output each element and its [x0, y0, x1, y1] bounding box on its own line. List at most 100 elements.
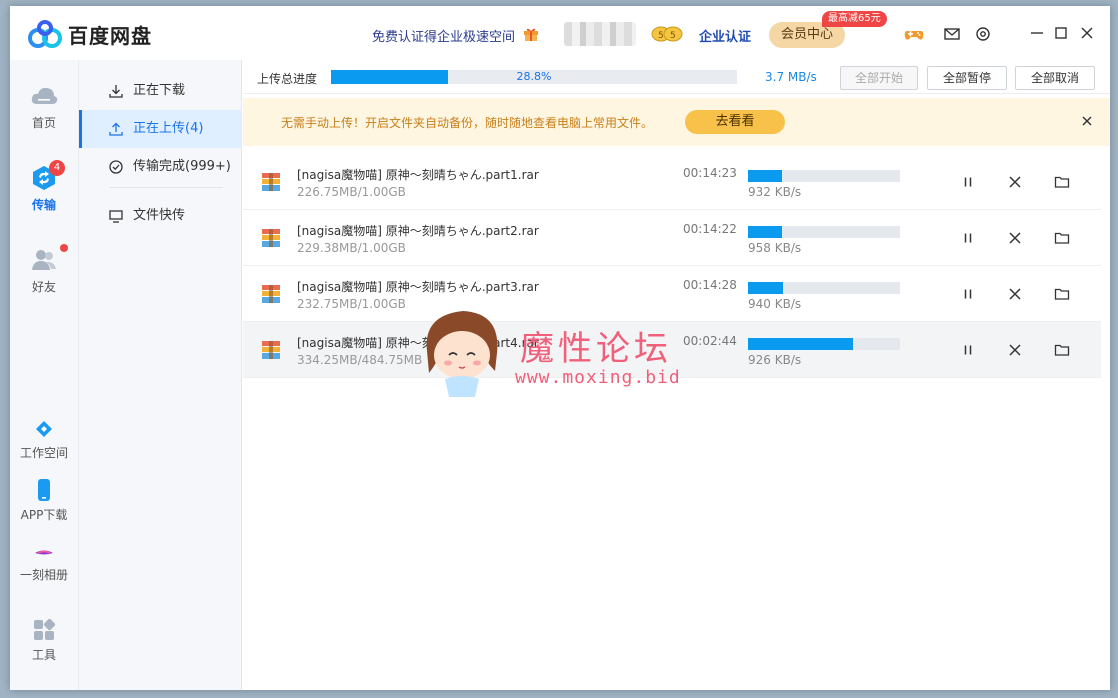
- rar-archive-icon: [262, 229, 280, 247]
- upload-speed: 958 KB/s: [748, 241, 802, 255]
- download-icon: [109, 85, 123, 98]
- file-progress-bar: [748, 226, 900, 238]
- subnav-uploading-label: 正在上传(4): [133, 121, 204, 136]
- open-folder-icon[interactable]: [1054, 286, 1070, 302]
- file-size-progress: 232.75MB/1.00GB: [297, 297, 406, 311]
- check-circle-icon: [109, 160, 123, 174]
- cancel-icon[interactable]: [1007, 230, 1023, 246]
- settings-gear-icon[interactable]: [973, 24, 993, 44]
- total-progress-bar: 28.8%: [331, 70, 737, 84]
- backup-tip-banner: 无需手动上传！开启文件夹自动备份，随时随地查看电脑上常用文件。 去看看: [243, 98, 1110, 146]
- enterprise-cert-link[interactable]: 企业认证: [699, 26, 751, 45]
- upload-row[interactable]: [nagisa魔物喵] 原神～刻晴ちゃん.part1.rar 226.75MB/…: [243, 154, 1101, 210]
- nav-friends[interactable]: 好友: [10, 246, 78, 295]
- pause-icon[interactable]: [960, 286, 976, 302]
- open-folder-icon[interactable]: [1054, 174, 1070, 190]
- subnav-quick-transfer[interactable]: 文件快传: [79, 197, 242, 235]
- time-remaining: 00:14:23: [683, 166, 737, 180]
- file-name: [nagisa魔物喵] 原神～刻晴ちゃん.part3.rar: [297, 280, 539, 294]
- pause-icon[interactable]: [960, 174, 976, 190]
- start-all-button[interactable]: 全部开始: [840, 66, 918, 90]
- vip-discount-badge: 最高减65元: [822, 11, 887, 27]
- gift-icon[interactable]: [523, 26, 539, 42]
- pause-icon[interactable]: [960, 230, 976, 246]
- file-size-progress: 226.75MB/1.00GB: [297, 185, 406, 199]
- file-progress-fill: [748, 226, 783, 238]
- nav-app-download[interactable]: APP下载: [10, 478, 78, 523]
- open-folder-icon[interactable]: [1054, 342, 1070, 358]
- file-size-progress: 334.25MB/484.75MB: [297, 353, 423, 367]
- upload-speed: 940 KB/s: [748, 297, 802, 311]
- watermark: 魔性论坛 www.moxing.bid: [415, 301, 705, 401]
- nav-album-label: 一刻相册: [19, 568, 68, 582]
- total-progress-label: 上传总进度: [257, 72, 318, 86]
- phone-icon: [38, 479, 50, 501]
- game-icon[interactable]: [904, 24, 924, 44]
- file-name: [nagisa魔物喵] 原神～刻晴ちゃん.part2.rar: [297, 224, 539, 238]
- mail-icon[interactable]: [942, 24, 962, 44]
- subnav-downloading[interactable]: 正在下载: [79, 72, 242, 110]
- friends-icon: [32, 250, 56, 270]
- file-progress-fill: [748, 338, 853, 350]
- banner-go-button[interactable]: 去看看: [685, 110, 785, 134]
- subnav-completed[interactable]: 传输完成(999+): [79, 148, 242, 186]
- transfer-count-badge: 4: [49, 160, 65, 176]
- cancel-icon[interactable]: [1007, 174, 1023, 190]
- friends-notification-dot: [60, 244, 68, 252]
- nav-friends-label: 好友: [31, 280, 56, 294]
- workspace-icon: [36, 421, 52, 437]
- nav-album[interactable]: 一刻相册: [10, 544, 78, 583]
- file-progress-bar: [748, 282, 900, 294]
- app-window: 百度网盘 免费认证得企业极速空间 5 5 企业认证 会员中心 最高减65元 首页…: [10, 6, 1110, 690]
- upload-row[interactable]: [nagisa魔物喵] 原神～刻晴ちゃん.part2.rar 229.38MB/…: [243, 210, 1101, 266]
- album-icon: [35, 550, 53, 555]
- subnav-downloading-label: 正在下载: [133, 83, 186, 98]
- watermark-url: www.moxing.bid: [515, 367, 681, 388]
- user-avatar-name[interactable]: [564, 22, 636, 46]
- main-sidebar: 首页 传输 4 好友 工作空间 APP下载 一刻相册 工具: [10, 60, 78, 690]
- banner-text: 无需手动上传！开启文件夹自动备份，随时随地查看电脑上常用文件。: [281, 116, 654, 130]
- close-window-icon[interactable]: [1078, 24, 1096, 42]
- time-remaining: 00:14:28: [683, 278, 737, 292]
- time-remaining: 00:14:22: [683, 222, 737, 236]
- subnav-divider: [109, 187, 223, 188]
- watermark-title: 魔性论坛: [520, 329, 672, 369]
- svg-text:5: 5: [670, 31, 676, 41]
- monitor-icon: [109, 210, 123, 223]
- nav-transfer[interactable]: 传输: [10, 164, 78, 213]
- file-progress-fill: [748, 282, 783, 294]
- coin-icon[interactable]: 5 5: [650, 24, 684, 44]
- open-folder-icon[interactable]: [1054, 230, 1070, 246]
- maximize-icon[interactable]: [1052, 24, 1070, 42]
- baidu-netdisk-logo-icon: [28, 20, 62, 48]
- file-progress-fill: [748, 170, 782, 182]
- file-progress-bar: [748, 338, 900, 350]
- promo-link[interactable]: 免费认证得企业极速空间: [372, 26, 515, 45]
- cancel-icon[interactable]: [1007, 286, 1023, 302]
- upload-speed: 926 KB/s: [748, 353, 802, 367]
- nav-tools-label: 工具: [31, 648, 56, 662]
- nav-app-download-label: APP下载: [20, 508, 68, 522]
- nav-home[interactable]: 首页: [10, 82, 78, 131]
- nav-tools[interactable]: 工具: [10, 618, 78, 663]
- total-progress-row: 上传总进度 28.8% 3.7 MB/s 全部开始 全部暂停 全部取消: [243, 60, 1110, 94]
- cancel-all-button[interactable]: 全部取消: [1015, 66, 1095, 90]
- pause-all-button[interactable]: 全部暂停: [927, 66, 1007, 90]
- subnav-uploading[interactable]: 正在上传(4): [79, 110, 242, 148]
- pause-icon[interactable]: [960, 342, 976, 358]
- minimize-icon[interactable]: [1028, 24, 1046, 42]
- title-bar: 百度网盘 免费认证得企业极速空间 5 5 企业认证 会员中心 最高减65元: [10, 6, 1110, 60]
- subnav-completed-label: 传输完成(999+): [133, 159, 231, 174]
- rar-archive-icon: [262, 285, 280, 303]
- rar-archive-icon: [262, 341, 280, 359]
- nav-workspace-label: 工作空间: [19, 446, 68, 460]
- cancel-icon[interactable]: [1007, 342, 1023, 358]
- nav-transfer-label: 传输: [31, 198, 56, 212]
- nav-home-label: 首页: [31, 116, 56, 130]
- file-progress-bar: [748, 170, 900, 182]
- svg-text:5: 5: [658, 31, 664, 41]
- subnav-quick-transfer-label: 文件快传: [133, 208, 186, 223]
- nav-workspace[interactable]: 工作空间: [10, 418, 78, 461]
- close-banner-icon[interactable]: [1079, 113, 1095, 129]
- anime-girl-mascot-icon: [426, 311, 498, 397]
